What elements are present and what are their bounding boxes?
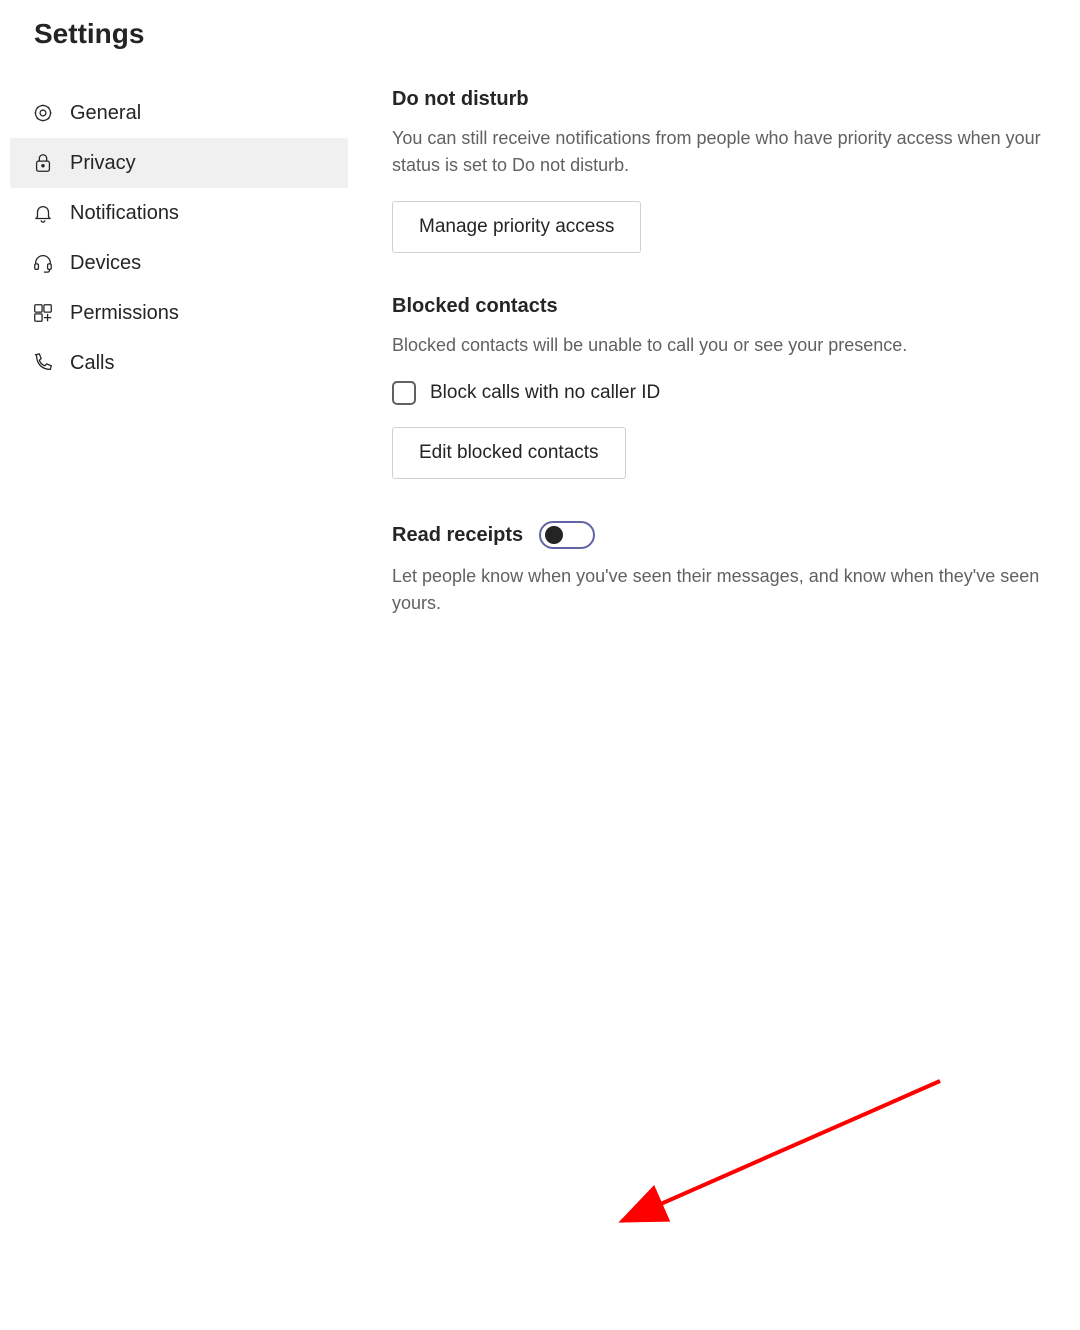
sidebar-item-permissions[interactable]: Permissions — [10, 288, 348, 338]
read-receipts-heading: Read receipts — [392, 524, 523, 547]
dnd-description: You can still receive notifications from… — [392, 125, 1048, 179]
lock-icon — [32, 152, 60, 174]
toggle-knob — [545, 526, 563, 544]
sidebar-item-label: Notifications — [70, 202, 179, 225]
block-no-caller-id-checkbox[interactable] — [392, 381, 416, 405]
sidebar-item-label: Calls — [70, 352, 114, 375]
sidebar-item-label: General — [70, 102, 141, 125]
phone-icon — [32, 352, 60, 374]
annotation-arrow — [0, 639, 1080, 1330]
sidebar-item-devices[interactable]: Devices — [10, 238, 348, 288]
sidebar-item-label: Permissions — [70, 302, 179, 325]
headset-icon — [32, 252, 60, 274]
sidebar-item-label: Devices — [70, 252, 141, 275]
sidebar-item-general[interactable]: General — [10, 88, 348, 138]
blocked-heading: Blocked contacts — [392, 295, 1048, 318]
page-title: Settings — [0, 0, 1080, 50]
settings-sidebar: General Privacy Notifications — [0, 88, 348, 639]
section-blocked-contacts: Blocked contacts Blocked contacts will b… — [392, 295, 1048, 479]
sidebar-item-notifications[interactable]: Notifications — [10, 188, 348, 238]
sidebar-item-label: Privacy — [70, 152, 136, 175]
section-do-not-disturb: Do not disturb You can still receive not… — [392, 88, 1048, 253]
main-layout: General Privacy Notifications — [0, 88, 1080, 639]
read-receipts-description: Let people know when you've seen their m… — [392, 563, 1048, 617]
manage-priority-access-button[interactable]: Manage priority access — [392, 201, 641, 253]
bell-icon — [32, 202, 60, 224]
sidebar-item-privacy[interactable]: Privacy — [10, 138, 348, 188]
blocked-description: Blocked contacts will be unable to call … — [392, 332, 1048, 359]
apps-icon — [32, 302, 60, 324]
settings-content: Do not disturb You can still receive not… — [348, 88, 1068, 639]
dnd-heading: Do not disturb — [392, 88, 1048, 111]
gear-icon — [32, 102, 60, 124]
block-no-caller-id-label: Block calls with no caller ID — [430, 382, 660, 404]
read-receipts-toggle[interactable] — [539, 521, 595, 549]
sidebar-item-calls[interactable]: Calls — [10, 338, 348, 388]
block-no-caller-id-row: Block calls with no caller ID — [392, 381, 1048, 405]
section-read-receipts: Read receipts Let people know when you'v… — [392, 521, 1048, 617]
edit-blocked-contacts-button[interactable]: Edit blocked contacts — [392, 427, 626, 479]
